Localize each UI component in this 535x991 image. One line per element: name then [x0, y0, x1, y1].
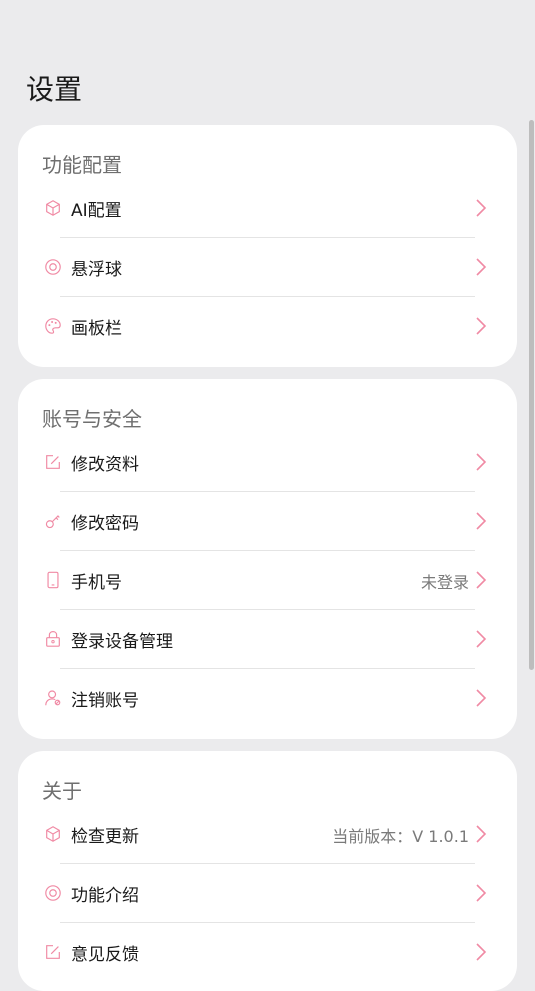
scrollbar[interactable]	[529, 120, 534, 670]
target-icon	[45, 885, 61, 901]
cube-icon	[46, 826, 60, 842]
phone-number-item[interactable]: 手机号 未登录	[18, 551, 517, 610]
chevron-right-icon	[476, 199, 487, 217]
phone-icon	[47, 571, 59, 589]
device-management-item[interactable]: 登录设备管理	[18, 610, 517, 669]
user-icon	[45, 690, 61, 706]
edit-icon	[46, 455, 60, 469]
chevron-right-icon	[476, 630, 487, 648]
item-label: 检查更新	[71, 827, 139, 847]
change-password-item[interactable]: 修改密码	[18, 492, 517, 551]
section-title: 账号与安全	[42, 407, 142, 431]
feedback-item[interactable]: 意见反馈	[18, 923, 517, 982]
ai-config-item[interactable]: AI配置	[18, 179, 517, 238]
item-label: 修改密码	[71, 514, 139, 534]
chevron-right-icon	[476, 943, 487, 961]
page-title: 设置	[26, 73, 83, 106]
chevron-right-icon	[476, 512, 487, 530]
section-account-security: 账号与安全 修改资料 修改密码 手机号 未登录 登录设备管理 注销账号	[18, 379, 517, 739]
item-label: 画板栏	[71, 319, 122, 339]
version-value: 当前版本：V 1.0.1	[332, 827, 469, 846]
cube-icon	[46, 200, 60, 216]
floating-ball-item[interactable]: 悬浮球	[18, 238, 517, 297]
item-label: 悬浮球	[71, 260, 122, 280]
item-label: 修改资料	[71, 455, 139, 475]
chevron-right-icon	[476, 453, 487, 471]
chevron-right-icon	[476, 825, 487, 843]
section-title: 关于	[42, 779, 82, 803]
item-label: 意见反馈	[71, 945, 139, 965]
edit-icon	[46, 945, 60, 959]
chevron-right-icon	[476, 317, 487, 335]
item-label: 登录设备管理	[71, 632, 173, 652]
palette-bar-item[interactable]: 画板栏	[18, 297, 517, 356]
section-about: 关于 检查更新 当前版本：V 1.0.1 功能介绍 意见反馈	[18, 751, 517, 991]
item-label: 注销账号	[71, 691, 139, 711]
palette-icon	[45, 318, 61, 334]
item-label: 功能介绍	[71, 886, 139, 906]
item-label: AI配置	[71, 201, 122, 221]
chevron-right-icon	[476, 884, 487, 902]
chevron-right-icon	[476, 571, 487, 589]
section-title: 功能配置	[42, 153, 122, 177]
target-icon	[45, 259, 61, 275]
item-label: 手机号	[71, 573, 122, 593]
lock-icon	[46, 631, 60, 647]
key-icon	[45, 515, 60, 529]
phone-status-value: 未登录	[420, 573, 469, 592]
edit-profile-item[interactable]: 修改资料	[18, 433, 517, 492]
check-update-item[interactable]: 检查更新 当前版本：V 1.0.1	[18, 805, 517, 864]
section-feature-config: 功能配置 AI配置 悬浮球 画板栏	[18, 125, 517, 367]
delete-account-item[interactable]: 注销账号	[18, 669, 517, 728]
chevron-right-icon	[476, 258, 487, 276]
chevron-right-icon	[476, 689, 487, 707]
feature-intro-item[interactable]: 功能介绍	[18, 864, 517, 923]
